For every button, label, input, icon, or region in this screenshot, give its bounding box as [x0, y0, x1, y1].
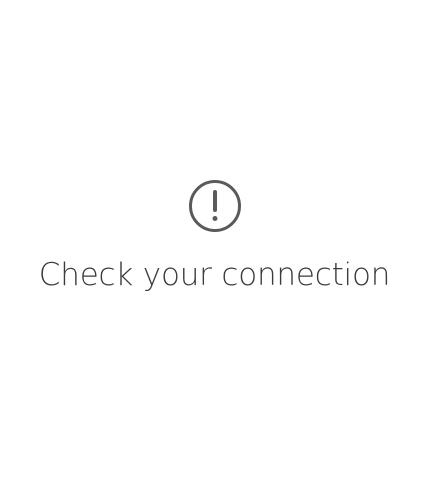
exclamation-circle-icon [188, 179, 242, 233]
connection-message: Check your connection [38, 257, 391, 293]
connection-error-page: Check your connection [0, 0, 429, 503]
